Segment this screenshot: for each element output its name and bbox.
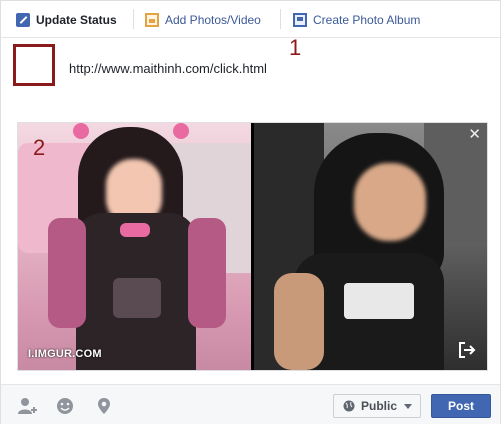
tab-label: Update Status [36,13,117,27]
tab-update-status[interactable]: Update Status [16,11,117,29]
status-composer: Update Status Add Photos/Video Create Ph… [0,0,501,424]
status-input[interactable]: http://www.maithinh.com/click.html [69,61,267,76]
tab-label: Add Photos/Video [165,13,261,27]
preview-source: I.IMGUR.COM [28,348,102,360]
link-preview: I.IMGUR.COM ✕ [17,122,488,371]
tab-label: Create Photo Album [313,13,421,27]
album-icon [293,13,307,27]
composer-tabs: Update Status Add Photos/Video Create Ph… [1,1,500,38]
annotation-marker-2: 2 [33,135,46,160]
annotation-marker-1: 1 [289,35,302,60]
audience-selector[interactable]: Public [333,394,421,418]
photo-icon [145,13,159,27]
preview-image-right [254,123,487,370]
location-icon[interactable] [97,397,115,414]
tab-divider [280,9,281,29]
post-button[interactable]: Post [431,394,491,418]
feeling-icon[interactable] [56,397,74,414]
tab-add-photos-video[interactable]: Add Photos/Video [145,11,261,29]
close-icon[interactable]: ✕ [468,125,481,143]
tab-divider [133,9,134,29]
chevron-down-icon [404,403,413,409]
tag-friends-icon[interactable] [17,397,37,414]
composer-footer: Public Post [1,384,500,424]
pencil-icon [16,13,30,27]
preview-image-left: I.IMGUR.COM [18,123,251,370]
audience-label: Public [361,399,398,413]
tab-create-photo-album[interactable]: Create Photo Album [293,11,420,29]
expand-icon[interactable] [457,340,477,360]
avatar [13,44,55,86]
globe-icon [343,400,355,412]
